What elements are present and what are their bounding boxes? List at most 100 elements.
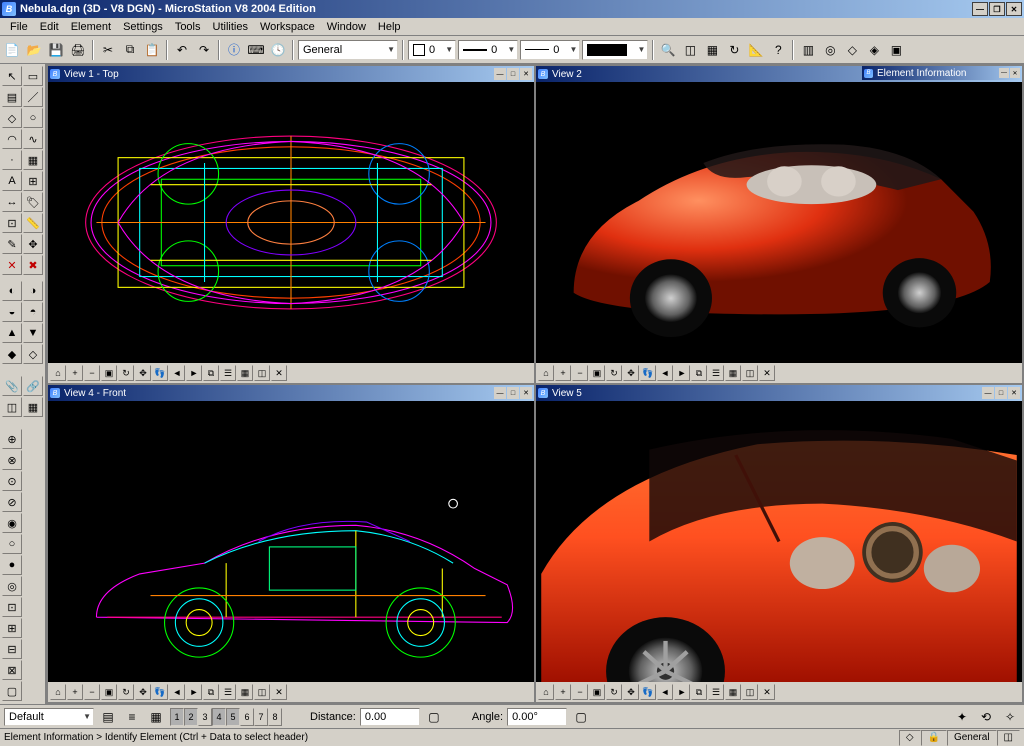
menu-tools[interactable]: Tools xyxy=(169,19,207,35)
vp5-walk[interactable]: 👣 xyxy=(640,684,656,700)
vp1-btn-add[interactable]: + xyxy=(67,365,83,381)
status-lock-icon[interactable]: 🔒 xyxy=(921,730,947,746)
vp2-add[interactable]: + xyxy=(555,365,571,381)
modify-tool[interactable]: ✎ xyxy=(2,234,22,254)
viewport-1-title[interactable]: B View 1 - Top — □ ✕ xyxy=(48,66,534,82)
vp2-rotate[interactable]: ↻ xyxy=(606,365,622,381)
save-button[interactable]: 💾 xyxy=(46,40,66,60)
view-tool[interactable]: ▤ xyxy=(2,87,22,107)
text-tool[interactable]: A xyxy=(2,171,22,191)
print-button[interactable]: 🖨 xyxy=(68,40,88,60)
attach-tool-1[interactable]: 📎 xyxy=(2,376,22,396)
group-tool[interactable]: ⊡ xyxy=(2,213,22,233)
place-line-tool[interactable]: ／ xyxy=(23,87,43,107)
pattern-tool[interactable]: ▦ xyxy=(23,150,43,170)
vp5-next[interactable]: ► xyxy=(674,684,690,700)
vp2-fit[interactable]: ▣ xyxy=(589,365,605,381)
vp4-clip[interactable]: ◫ xyxy=(254,684,270,700)
measure-tool[interactable]: 📏 xyxy=(23,213,43,233)
accudraw-icon-1[interactable]: ✦ xyxy=(952,707,972,727)
view-btn-3[interactable]: 3 xyxy=(198,708,212,726)
fill-dropdown[interactable] xyxy=(582,40,648,60)
tool-e-icon[interactable]: ▣ xyxy=(886,40,906,60)
3d-tool-4[interactable]: ◓ xyxy=(23,302,43,322)
vp2-disp[interactable]: ☰ xyxy=(708,365,724,381)
vp5-render[interactable]: ▦ xyxy=(725,684,741,700)
view-btn-2[interactable]: 2 xyxy=(184,708,198,726)
3d-tool-1[interactable]: ◐ xyxy=(2,281,22,301)
vp5-fit[interactable]: ▣ xyxy=(589,684,605,700)
help-icon[interactable]: ? xyxy=(768,40,788,60)
restore-button[interactable]: ❐ xyxy=(989,2,1005,16)
vp2-walk[interactable]: 👣 xyxy=(640,365,656,381)
viewport-5-maximize[interactable]: □ xyxy=(995,387,1007,399)
dimension-tool[interactable]: ↔ xyxy=(2,192,22,212)
snap-tool-8[interactable]: ◎ xyxy=(2,576,22,596)
vp1-btn-copy[interactable]: ⧉ xyxy=(203,365,219,381)
3d-tool-7[interactable]: ◆ xyxy=(2,344,22,364)
vp5-clip[interactable]: ◫ xyxy=(742,684,758,700)
place-shape-tool[interactable]: ◇ xyxy=(2,108,22,128)
undo-button[interactable]: ↶ xyxy=(172,40,192,60)
menu-window[interactable]: Window xyxy=(321,19,372,35)
attach-tool-3[interactable]: ◫ xyxy=(2,397,22,417)
view-btn-1[interactable]: 1 xyxy=(170,708,184,726)
viewport-1-canvas[interactable] xyxy=(48,82,534,363)
menu-settings[interactable]: Settings xyxy=(117,19,169,35)
zoom-icon[interactable]: 🔍 xyxy=(658,40,678,60)
viewport-1-minimize[interactable]: — xyxy=(494,68,506,80)
vp4-fit[interactable]: ▣ xyxy=(101,684,117,700)
curve-tool[interactable]: ∿ xyxy=(23,129,43,149)
vp4-x[interactable]: ✕ xyxy=(271,684,287,700)
level-dropdown[interactable]: General xyxy=(298,40,398,60)
view-btn-7[interactable]: 7 xyxy=(254,708,268,726)
tool-b-icon[interactable]: ◎ xyxy=(820,40,840,60)
vp4-sub[interactable]: − xyxy=(84,684,100,700)
vp2-copy[interactable]: ⧉ xyxy=(691,365,707,381)
vp1-btn-rotate[interactable]: ↻ xyxy=(118,365,134,381)
vp4-render[interactable]: ▦ xyxy=(237,684,253,700)
vp1-btn-render[interactable]: ▦ xyxy=(237,365,253,381)
viewport-1-maximize[interactable]: □ xyxy=(507,68,519,80)
vp2-clip[interactable]: ◫ xyxy=(742,365,758,381)
vp4-home[interactable]: ⌂ xyxy=(50,684,66,700)
attach-tool-4[interactable]: ▦ xyxy=(23,397,43,417)
snap-tool-3[interactable]: ⊙ xyxy=(2,471,22,491)
status-level[interactable]: General xyxy=(947,730,997,746)
vp4-add[interactable]: + xyxy=(67,684,83,700)
vp1-btn-disp[interactable]: ☰ xyxy=(220,365,236,381)
close-button[interactable]: ✕ xyxy=(1006,2,1022,16)
minimize-button[interactable]: — xyxy=(972,2,988,16)
tool-c-icon[interactable]: ◇ xyxy=(842,40,862,60)
vp5-home[interactable]: ⌂ xyxy=(538,684,554,700)
tool-a-icon[interactable]: ▥ xyxy=(798,40,818,60)
vp4-rotate[interactable]: ↻ xyxy=(118,684,134,700)
elem-info-min[interactable]: — xyxy=(999,68,1009,78)
element-info-panel[interactable]: B Element Information — ✕ xyxy=(862,66,1022,80)
vp5-sub[interactable]: − xyxy=(572,684,588,700)
new-button[interactable]: 📄 xyxy=(2,40,22,60)
3d-tool-5[interactable]: ▲ xyxy=(2,323,22,343)
vp1-btn-sub[interactable]: − xyxy=(84,365,100,381)
keyin-button[interactable]: ⌨ xyxy=(246,40,266,60)
info-button[interactable]: ⓘ xyxy=(224,40,244,60)
viewport-4-title[interactable]: B View 4 - Front — □ ✕ xyxy=(48,385,534,401)
tool-d-icon[interactable]: ◈ xyxy=(864,40,884,60)
snap-tool-11[interactable]: ⊟ xyxy=(2,639,22,659)
angle-lock-icon[interactable]: ▢ xyxy=(571,707,591,727)
vp1-btn-clip[interactable]: ◫ xyxy=(254,365,270,381)
level-c-icon[interactable]: ▦ xyxy=(146,707,166,727)
vp4-copy[interactable]: ⧉ xyxy=(203,684,219,700)
elem-info-close[interactable]: ✕ xyxy=(1010,68,1020,78)
vp4-next[interactable]: ► xyxy=(186,684,202,700)
render-icon[interactable]: ▦ xyxy=(702,40,722,60)
lineweight-dropdown[interactable]: 0 xyxy=(520,40,580,60)
vp2-sub[interactable]: − xyxy=(572,365,588,381)
view-btn-6[interactable]: 6 xyxy=(240,708,254,726)
viewport-5-minimize[interactable]: — xyxy=(982,387,994,399)
open-button[interactable]: 📂 xyxy=(24,40,44,60)
vp1-btn-walk[interactable]: 👣 xyxy=(152,365,168,381)
vp4-prev[interactable]: ◄ xyxy=(169,684,185,700)
vp5-x[interactable]: ✕ xyxy=(759,684,775,700)
accudraw-icon-2[interactable]: ⟲ xyxy=(976,707,996,727)
